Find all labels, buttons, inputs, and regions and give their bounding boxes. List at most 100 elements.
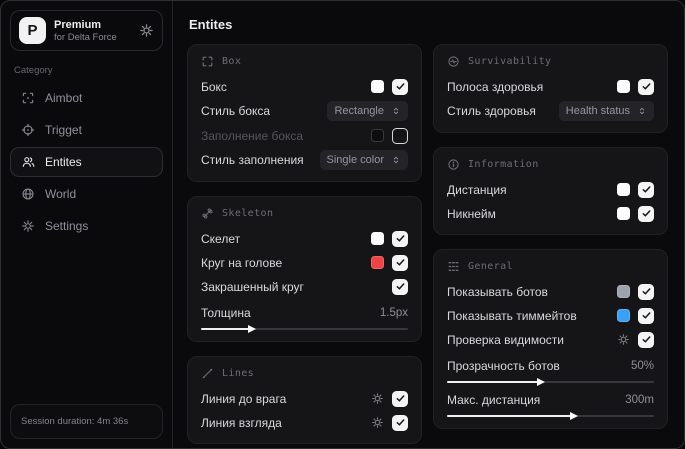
card-columns: Box Бокс Стиль бокса Rectangle Заполнени… [187, 44, 668, 444]
setting-row-fill-style: Стиль заполнения Single color [201, 150, 408, 170]
checkbox[interactable] [392, 127, 408, 144]
checkbox[interactable] [638, 205, 654, 222]
setting-row-box-fill: Заполнение бокса [201, 126, 408, 145]
session-duration: Session duration: 4m 36s [10, 404, 163, 439]
checkbox[interactable] [392, 230, 408, 247]
bot-opacity-slider[interactable] [447, 377, 654, 386]
column-left: Box Бокс Стиль бокса Rectangle Заполнени… [187, 44, 422, 444]
checkbox[interactable] [638, 181, 654, 198]
setting-label: Линия до врага [201, 391, 287, 406]
setting-row-thickness: Толщина 1.5px [201, 303, 408, 333]
slider-value: 50% [630, 359, 654, 372]
target-icon [21, 123, 35, 137]
page-title: Entites [189, 17, 233, 32]
setting-label: Толщина [201, 305, 251, 320]
sidebar: P Premium for Delta Force Category Aimbo… [1, 1, 173, 448]
color-swatch[interactable] [617, 309, 630, 322]
sidebar-item-entites[interactable]: Entites [10, 147, 163, 177]
setting-label: Скелет [201, 231, 241, 246]
card-lines: Lines Линия до врага Линия взгляда [187, 356, 422, 444]
setting-label: Проверка видимости [447, 332, 564, 347]
checkmark-icon [396, 419, 404, 426]
sidebar-nav: Aimbot Trigget Entites World Settings [10, 83, 163, 241]
main-content: Entites Box Бокс Стиль бокса Rectangle З… [173, 1, 684, 448]
chevron-updown-icon [639, 107, 645, 115]
chevron-updown-icon [393, 107, 399, 115]
health-style-select[interactable]: Health status [558, 101, 654, 121]
setting-row-health-bar: Полоса здоровья [447, 77, 654, 96]
color-swatch[interactable] [617, 183, 630, 196]
color-swatch[interactable] [371, 80, 384, 93]
gear-icon[interactable] [617, 333, 630, 346]
card-title: Information [468, 159, 539, 170]
checkbox[interactable] [638, 307, 654, 324]
thickness-slider[interactable] [201, 324, 408, 333]
color-swatch[interactable] [371, 232, 384, 245]
box-style-select[interactable]: Rectangle [327, 101, 408, 121]
sidebar-item-world[interactable]: World [10, 179, 163, 209]
card-general: General Показывать ботов Показывать тимм… [433, 249, 668, 429]
setting-row-boks: Бокс [201, 77, 408, 96]
setting-label: Стиль заполнения [201, 153, 304, 167]
color-swatch[interactable] [371, 129, 384, 142]
setting-label: Закрашенный круг [201, 279, 304, 294]
sidebar-item-aimbot[interactable]: Aimbot [10, 83, 163, 113]
checkbox[interactable] [638, 283, 654, 300]
checkbox[interactable] [392, 78, 408, 95]
gear-icon[interactable] [371, 416, 384, 429]
setting-label: Круг на голове [201, 255, 283, 270]
setting-label: Линия взгляда [201, 415, 282, 430]
setting-row-max-distance: Макс. дистанция 300m [447, 390, 654, 420]
card-title: Lines [222, 368, 255, 379]
setting-row-distance: Дистанция [447, 180, 654, 199]
setting-label: Прозрачность ботов [447, 358, 560, 373]
setting-row-skeleton: Скелет [201, 229, 408, 248]
sidebar-item-trigget[interactable]: Trigget [10, 115, 163, 145]
card-title: Skeleton [222, 208, 274, 219]
info-icon [447, 158, 460, 171]
slider-value: 300m [625, 393, 654, 406]
brand-card: P Premium for Delta Force [10, 10, 163, 51]
color-swatch[interactable] [617, 285, 630, 298]
checkbox[interactable] [638, 78, 654, 95]
card-survivability-header: Survivability [447, 55, 654, 68]
slider-value: 1.5px [379, 306, 408, 319]
setting-label: Полоса здоровья [447, 79, 544, 94]
select-value: Health status [565, 105, 630, 117]
checkbox[interactable] [392, 278, 408, 295]
checkbox[interactable] [392, 390, 408, 407]
sidebar-item-label: Entites [45, 155, 82, 169]
line-icon [201, 367, 214, 380]
setting-label: Бокс [201, 79, 227, 94]
max-distance-slider[interactable] [447, 411, 654, 420]
sidebar-item-label: Settings [45, 219, 89, 233]
color-swatch[interactable] [371, 256, 384, 269]
color-swatch[interactable] [617, 207, 630, 220]
slider-thumb[interactable] [247, 324, 256, 333]
slider-thumb[interactable] [537, 377, 546, 386]
checkmark-icon [396, 83, 404, 90]
column-right: Survivability Полоса здоровья Стиль здор… [433, 44, 668, 444]
setting-row-line-to-enemy: Линия до врага [201, 389, 408, 408]
card-skeleton: Skeleton Скелет Круг на голове Закрашенн… [187, 196, 422, 342]
color-swatch[interactable] [617, 80, 630, 93]
gear-icon[interactable] [371, 392, 384, 405]
sidebar-item-label: Aimbot [45, 91, 83, 105]
crosshair-icon [21, 91, 35, 105]
setting-row-show-bots: Показывать ботов [447, 282, 654, 301]
sidebar-item-settings[interactable]: Settings [10, 211, 163, 241]
setting-row-nickname: Никнейм [447, 204, 654, 223]
checkmark-icon [396, 395, 404, 402]
setting-label: Стиль здоровья [447, 104, 536, 118]
gear-icon[interactable] [139, 23, 154, 38]
setting-label: Дистанция [447, 182, 507, 197]
checkmark-icon [642, 312, 650, 319]
checkbox[interactable] [638, 331, 654, 348]
checkmark-icon [396, 235, 404, 242]
slider-thumb[interactable] [570, 411, 579, 420]
select-value: Rectangle [334, 105, 384, 117]
fill-style-select[interactable]: Single color [319, 150, 408, 170]
checkbox[interactable] [392, 254, 408, 271]
setting-row-visibility-check: Проверка видимости [447, 330, 654, 349]
checkbox[interactable] [392, 414, 408, 431]
